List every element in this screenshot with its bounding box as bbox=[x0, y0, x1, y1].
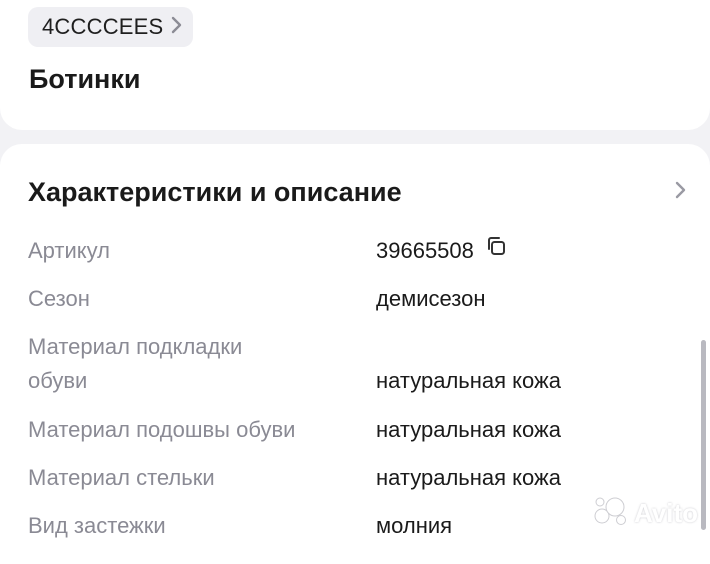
spec-value: натуральная кожа bbox=[376, 368, 561, 393]
spec-value: 39665508 bbox=[376, 234, 508, 268]
section-title: Характеристики и описание bbox=[28, 176, 402, 207]
spec-key: Артикул bbox=[28, 238, 111, 263]
spec-value: натуральная кожа bbox=[376, 465, 561, 490]
spec-key: Материал подошвы обуви bbox=[28, 417, 296, 442]
spec-key: Вид застежки bbox=[28, 513, 166, 538]
product-header-card: 4CCCCEES Ботинки bbox=[0, 0, 710, 130]
avito-logo-icon bbox=[594, 496, 628, 531]
spec-value: молния bbox=[376, 513, 453, 538]
spec-key-line: обуви bbox=[28, 368, 88, 393]
watermark-text: Avito bbox=[633, 498, 698, 528]
avito-watermark: Avito bbox=[594, 496, 698, 531]
spec-key: Материал стельки bbox=[28, 465, 215, 490]
chevron-right-icon bbox=[169, 15, 183, 40]
scrollbar[interactable] bbox=[701, 340, 706, 530]
spec-key-line: Материал подкладки bbox=[28, 334, 243, 359]
brand-chip-label: 4CCCCEES bbox=[42, 14, 164, 39]
spec-key: Материал подкладки обуви bbox=[28, 330, 348, 398]
characteristics-header[interactable]: Характеристики и описание bbox=[28, 172, 688, 212]
brand-chip[interactable]: 4CCCCEES bbox=[28, 7, 194, 47]
product-title: Ботинки bbox=[29, 64, 141, 94]
article-number: 39665508 bbox=[376, 238, 474, 263]
spec-value: демисезон bbox=[376, 286, 486, 311]
spec-value: натуральная кожа bbox=[376, 417, 561, 442]
copy-icon[interactable] bbox=[484, 234, 508, 268]
chevron-right-icon bbox=[672, 179, 688, 206]
spec-key: Сезон bbox=[28, 286, 90, 311]
